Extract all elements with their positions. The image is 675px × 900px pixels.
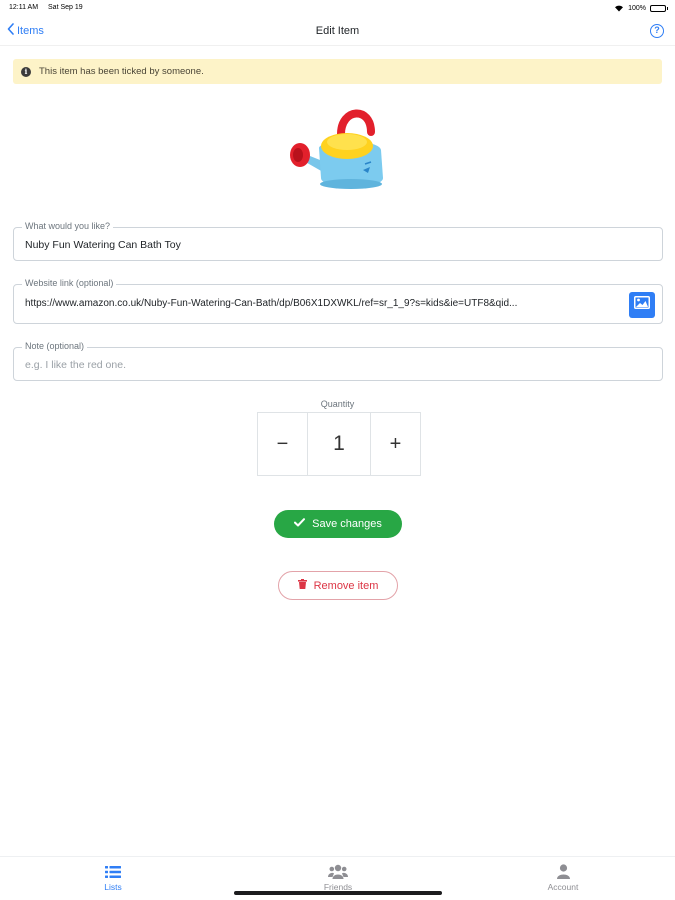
save-changes-button[interactable]: Save changes: [274, 510, 402, 538]
note-placeholder: e.g. I like the red one.: [25, 359, 126, 371]
image-picker-button[interactable]: [629, 292, 655, 318]
decrement-button[interactable]: −: [258, 413, 307, 475]
info-icon: i: [21, 66, 31, 77]
check-icon: [294, 518, 306, 530]
product-image[interactable]: [285, 96, 389, 200]
status-left: 12:11 AM Sat Sep 19: [9, 4, 91, 11]
status-bar: 12:11 AM Sat Sep 19 100%: [0, 0, 675, 16]
item-name-value: Nuby Fun Watering Can Bath Toy: [25, 239, 181, 251]
note-field[interactable]: Note (optional) e.g. I like the red one.: [13, 341, 663, 381]
battery-icon: [650, 4, 668, 12]
ticked-alert: i This item has been ticked by someone.: [13, 59, 662, 84]
image-icon: [634, 296, 650, 314]
quantity-stepper: − 1 +: [257, 412, 421, 476]
tab-friends[interactable]: Friends: [278, 861, 398, 892]
increment-button[interactable]: +: [371, 413, 420, 475]
save-changes-label: Save changes: [312, 518, 382, 530]
status-right: 100%: [614, 4, 668, 12]
remove-item-label: Remove item: [313, 579, 379, 592]
quantity-label: Quantity: [320, 399, 355, 409]
question-circle-icon[interactable]: ?: [650, 24, 664, 38]
status-date: Sat Sep 19: [48, 4, 83, 11]
website-link-value: https://www.amazon.co.uk/Nuby-Fun-Wateri…: [25, 298, 518, 309]
website-link-field[interactable]: Website link (optional) https://www.amaz…: [13, 278, 663, 324]
watering-can-image: [290, 109, 383, 189]
status-time: 12:11 AM: [9, 4, 39, 11]
tab-lists[interactable]: Lists: [53, 861, 173, 892]
wifi-icon: [614, 4, 624, 12]
page-title: Edit Item: [315, 25, 360, 37]
note-label: Note (optional): [22, 341, 88, 351]
battery-percent: 100%: [628, 4, 646, 12]
item-name-label: What would you like?: [22, 221, 114, 231]
user-icon: [503, 861, 623, 879]
tab-lists-label: Lists: [104, 882, 122, 892]
alert-text: This item has been ticked by someone.: [39, 66, 204, 77]
users-icon: [278, 861, 398, 879]
remove-item-button[interactable]: Remove item: [278, 571, 398, 600]
nav-bar: Items Edit Item ?: [0, 16, 675, 46]
home-indicator: [234, 891, 442, 895]
website-link-label: Website link (optional): [22, 278, 117, 288]
trash-icon: [297, 579, 307, 592]
quantity-value[interactable]: 1: [307, 413, 371, 475]
tab-account[interactable]: Account: [503, 861, 623, 892]
list-icon: [53, 861, 173, 879]
item-name-field[interactable]: What would you like? Nuby Fun Watering C…: [13, 221, 663, 261]
tab-account-label: Account: [547, 882, 579, 892]
